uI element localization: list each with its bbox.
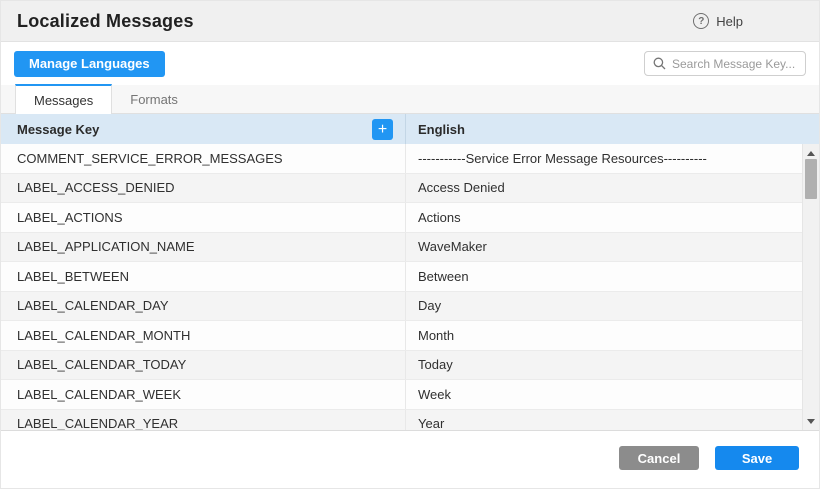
message-key-cell: LABEL_APPLICATION_NAME bbox=[1, 233, 406, 262]
message-key-cell: LABEL_ACCESS_DENIED bbox=[1, 174, 406, 203]
scroll-up-icon bbox=[807, 151, 815, 156]
table-row[interactable]: LABEL_ACCESS_DENIED Access Denied bbox=[1, 174, 819, 204]
table-header: Message Key + English bbox=[1, 114, 819, 144]
manage-languages-button[interactable]: Manage Languages bbox=[14, 51, 165, 77]
add-message-key-button[interactable]: + bbox=[372, 119, 393, 140]
column-header-english: English bbox=[406, 122, 819, 137]
table-row[interactable]: LABEL_APPLICATION_NAME WaveMaker bbox=[1, 233, 819, 263]
dialog-footer: Cancel Save bbox=[619, 446, 799, 470]
table-row[interactable]: LABEL_CALENDAR_MONTH Month bbox=[1, 321, 819, 351]
message-key-column-label: Message Key bbox=[17, 122, 99, 137]
help-icon: ? bbox=[693, 13, 709, 29]
search-icon bbox=[653, 57, 666, 70]
plus-icon: + bbox=[378, 120, 387, 139]
english-value-cell: WaveMaker bbox=[406, 239, 819, 254]
table-row[interactable]: LABEL_CALENDAR_DAY Day bbox=[1, 292, 819, 322]
english-column-label: English bbox=[418, 122, 465, 137]
english-value-cell: Month bbox=[406, 328, 819, 343]
scrollbar-up-button[interactable] bbox=[803, 146, 819, 160]
cancel-button[interactable]: Cancel bbox=[619, 446, 699, 470]
english-value-cell: Week bbox=[406, 387, 819, 402]
table-row[interactable]: LABEL_CALENDAR_YEAR Year bbox=[1, 410, 819, 432]
tab-bar: Messages Formats bbox=[1, 85, 819, 114]
message-key-cell: LABEL_CALENDAR_TODAY bbox=[1, 351, 406, 380]
vertical-scrollbar[interactable] bbox=[802, 144, 819, 430]
localized-messages-dialog: Localized Messages ? Help Manage Languag… bbox=[0, 0, 820, 489]
message-key-cell: LABEL_CALENDAR_MONTH bbox=[1, 321, 406, 350]
scrollbar-thumb[interactable] bbox=[805, 159, 817, 199]
message-key-cell: LABEL_CALENDAR_YEAR bbox=[1, 410, 406, 432]
table-row[interactable]: COMMENT_SERVICE_ERROR_MESSAGES ---------… bbox=[1, 144, 819, 174]
dialog-header: Localized Messages ? Help bbox=[1, 1, 819, 42]
message-key-cell: LABEL_CALENDAR_DAY bbox=[1, 292, 406, 321]
table-row[interactable]: LABEL_CALENDAR_TODAY Today bbox=[1, 351, 819, 381]
search-input[interactable] bbox=[672, 57, 797, 71]
message-key-cell: LABEL_CALENDAR_WEEK bbox=[1, 380, 406, 409]
english-value-cell: -----------Service Error Message Resourc… bbox=[406, 151, 819, 166]
tab-messages[interactable]: Messages bbox=[15, 84, 112, 114]
search-box[interactable] bbox=[644, 51, 806, 76]
table-row[interactable]: LABEL_ACTIONS Actions bbox=[1, 203, 819, 233]
help-button[interactable]: ? Help bbox=[693, 13, 743, 29]
message-key-cell: LABEL_ACTIONS bbox=[1, 203, 406, 232]
english-value-cell: Today bbox=[406, 357, 819, 372]
scroll-down-icon bbox=[807, 419, 815, 424]
scrollbar-down-button[interactable] bbox=[803, 414, 819, 428]
save-button[interactable]: Save bbox=[715, 446, 799, 470]
english-value-cell: Day bbox=[406, 298, 819, 313]
toolbar: Manage Languages bbox=[1, 42, 819, 85]
column-header-message-key: Message Key + bbox=[1, 114, 406, 144]
messages-table-body: COMMENT_SERVICE_ERROR_MESSAGES ---------… bbox=[1, 144, 819, 431]
message-key-cell: COMMENT_SERVICE_ERROR_MESSAGES bbox=[1, 144, 406, 173]
help-label: Help bbox=[716, 14, 743, 29]
tab-formats[interactable]: Formats bbox=[112, 84, 196, 113]
table-row[interactable]: LABEL_CALENDAR_WEEK Week bbox=[1, 380, 819, 410]
table-row[interactable]: LABEL_BETWEEN Between bbox=[1, 262, 819, 292]
english-value-cell: Between bbox=[406, 269, 819, 284]
message-key-cell: LABEL_BETWEEN bbox=[1, 262, 406, 291]
page-title: Localized Messages bbox=[17, 11, 194, 32]
english-value-cell: Year bbox=[406, 416, 819, 431]
english-value-cell: Access Denied bbox=[406, 180, 819, 195]
english-value-cell: Actions bbox=[406, 210, 819, 225]
